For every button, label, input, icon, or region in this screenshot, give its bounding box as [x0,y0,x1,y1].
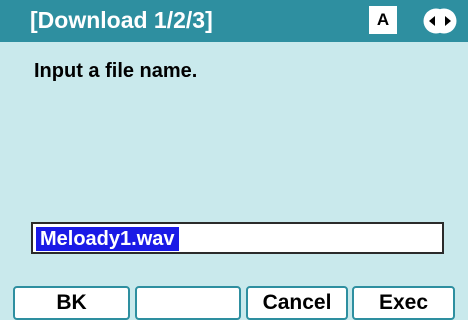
softkey-blank[interactable] [135,286,241,320]
softkey-cancel[interactable]: Cancel [246,286,348,320]
filename-value: Meloady1.wav [36,227,179,251]
left-right-arrows-icon[interactable] [423,8,457,34]
phone-display: [Download 1/2/3] A Input a file name. Me… [0,0,468,320]
input-mode-badge: A [369,6,397,34]
title-bar: [Download 1/2/3] A [0,0,468,42]
softkey-exec[interactable]: Exec [352,286,455,320]
filename-input[interactable]: Meloady1.wav [31,222,444,254]
prompt-text: Input a file name. [34,60,198,82]
softkey-bk[interactable]: BK [13,286,130,320]
screen-title: [Download 1/2/3] [30,7,213,33]
